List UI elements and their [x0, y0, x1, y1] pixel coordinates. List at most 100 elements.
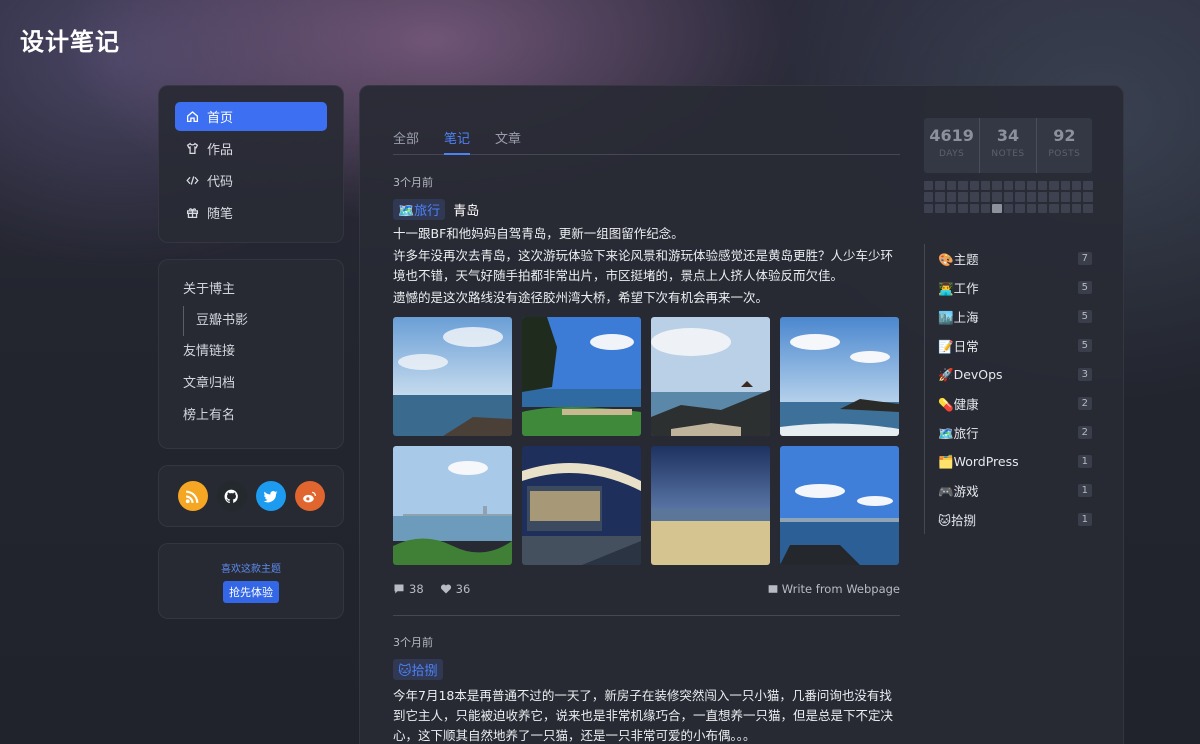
- link-about[interactable]: 关于博主: [183, 274, 319, 306]
- nav-item-home[interactable]: 首页: [175, 102, 327, 131]
- heatmap-cell: [1083, 203, 1093, 214]
- activity-heatmap: [924, 181, 1094, 214]
- comment-icon: [394, 584, 404, 594]
- heatmap-cell: [1083, 181, 1093, 191]
- nav-item-label: 作品: [207, 143, 234, 158]
- post-tag[interactable]: 🗺️旅行: [393, 199, 446, 220]
- weibo-icon[interactable]: [294, 481, 325, 511]
- tab-articles[interactable]: 文章: [495, 118, 521, 154]
- heatmap-cell: [969, 192, 979, 202]
- heatmap-cell: [969, 203, 979, 214]
- heatmap-cell: [1026, 203, 1036, 214]
- topic-item[interactable]: 🎮游戏 1: [938, 476, 1092, 505]
- tab-all[interactable]: 全部: [393, 118, 419, 154]
- twitter-icon[interactable]: [255, 481, 286, 511]
- topic-label: 🗺️旅行: [938, 426, 979, 441]
- stat-label: POSTS: [1048, 149, 1081, 159]
- comments-value: 38: [409, 582, 424, 596]
- post-tag[interactable]: 🐱拾捌: [393, 659, 443, 680]
- comments-count[interactable]: 38: [393, 582, 424, 596]
- heatmap-cell: [1003, 203, 1014, 214]
- topic-count: 5: [1077, 281, 1092, 294]
- gift-icon: [185, 206, 199, 220]
- github-icon[interactable]: [216, 481, 247, 511]
- heatmap-cell: [1003, 192, 1014, 202]
- stat-days: 4619 DAYS: [924, 118, 979, 173]
- topic-item[interactable]: 💊健康 2: [938, 389, 1092, 418]
- photo-thumbnail[interactable]: [780, 317, 899, 436]
- topic-item[interactable]: 🚀DevOps 3: [938, 360, 1092, 389]
- heatmap-cell: [1049, 181, 1059, 191]
- stat-notes: 34 NOTES: [979, 118, 1035, 173]
- topic-item[interactable]: 🏙️上海 5: [938, 302, 1092, 331]
- photo-thumbnail[interactable]: [393, 446, 512, 565]
- photo-thumbnail[interactable]: [522, 446, 641, 565]
- heatmap-cell: [1015, 181, 1025, 191]
- heatmap-cell: [1083, 192, 1093, 202]
- nav-item-essays[interactable]: 随笔: [175, 198, 327, 227]
- likes-count[interactable]: 36: [440, 582, 471, 596]
- heatmap-cell: [1037, 181, 1048, 191]
- heatmap-cell: [958, 181, 968, 191]
- post: 3个月前 🗺️旅行 青岛 十一跟BF和他妈妈自驾青岛，更新一组图留作纪念。 许多…: [393, 174, 900, 616]
- topic-item[interactable]: 🗂️WordPress 1: [938, 447, 1092, 476]
- photo-grid: [393, 317, 900, 565]
- post-paragraph: 许多年没再次去青岛，这次游玩体验下来论风景和游玩体验感觉还是黄岛更胜？人少车少环…: [393, 248, 894, 283]
- likes-value: 36: [455, 582, 471, 596]
- heart-icon: [440, 584, 451, 594]
- stat-posts: 92 POSTS: [1035, 118, 1092, 173]
- heatmap-cell: [1049, 203, 1059, 214]
- topic-label: 📝日常: [938, 339, 979, 354]
- topic-label: 🎮游戏: [938, 484, 979, 499]
- nav-item-code[interactable]: 代码: [175, 166, 327, 195]
- photo-thumbnail[interactable]: [651, 446, 770, 565]
- rss-icon[interactable]: [177, 481, 208, 511]
- topic-item[interactable]: 🎨主题 7: [938, 244, 1092, 273]
- link-ranking[interactable]: 榜上有名: [183, 400, 319, 432]
- nav-item-works[interactable]: 作品: [175, 134, 327, 163]
- topic-item[interactable]: 🐱拾捌 1: [938, 505, 1092, 534]
- post-paragraph: 今年7月18本是再普通不过的一天了，新房子在装修突然闯入一只小猫，几番问询也没有…: [393, 688, 894, 743]
- photo-thumbnail[interactable]: [393, 317, 512, 436]
- post-paragraph: 十一跟BF和他妈妈自驾青岛，更新一组图留作纪念。: [393, 226, 684, 241]
- post-footer: 38 36 Write from Webpage: [393, 581, 900, 597]
- site-stats: 4619 DAYS 34 NOTES 92 POSTS: [924, 118, 1092, 173]
- heatmap-cell: [992, 192, 1002, 202]
- feed-tabs: 全部 笔记 文章: [393, 118, 900, 155]
- try-now-button[interactable]: 抢先体验: [223, 581, 279, 603]
- nav-item-label: 首页: [207, 111, 234, 126]
- topic-count: 3: [1077, 368, 1092, 381]
- topic-item[interactable]: 📝日常 5: [938, 331, 1092, 360]
- heatmap-cell: [1026, 181, 1036, 191]
- heatmap-cell: [946, 181, 957, 191]
- tab-notes[interactable]: 笔记: [444, 118, 471, 155]
- stat-value: 34: [996, 126, 1020, 145]
- stat-value: 4619: [929, 126, 974, 145]
- link-archive[interactable]: 文章归档: [183, 368, 319, 400]
- topic-count: 2: [1077, 397, 1092, 410]
- main-content: 全部 笔记 文章 3个月前 🗺️旅行 青岛 十一跟BF和他妈妈自驾青岛，更新一组…: [359, 85, 1124, 744]
- topic-count: 5: [1077, 339, 1092, 352]
- home-icon: [185, 110, 199, 124]
- photo-thumbnail[interactable]: [651, 317, 770, 436]
- link-douban[interactable]: 豆瓣书影: [183, 306, 319, 336]
- heatmap-cell: [1037, 192, 1048, 202]
- heatmap-cell: [958, 203, 968, 214]
- heatmap-cell: [946, 203, 957, 214]
- topic-item[interactable]: 🗺️旅行 2: [938, 418, 1092, 447]
- heatmap-cell: [935, 181, 945, 191]
- heatmap-cell: [1072, 203, 1082, 214]
- site-title[interactable]: 设计笔记: [20, 22, 120, 57]
- heatmap-cell: [924, 192, 934, 202]
- heatmap-cell: [969, 181, 979, 191]
- topic-count: 5: [1077, 310, 1092, 323]
- link-friends[interactable]: 友情链接: [183, 336, 319, 368]
- nav-item-label: 代码: [207, 175, 234, 190]
- topic-list: 🎨主题 7 👨‍💻工作 5 🏙️上海 5 📝日常 5 🚀DevOps 3 💊健康 2 🗺️旅行 2 🗂️Wo…: [924, 244, 1092, 534]
- photo-thumbnail[interactable]: [522, 317, 641, 436]
- topic-item[interactable]: 👨‍💻工作 5: [938, 273, 1092, 302]
- heatmap-cell: [1026, 192, 1036, 202]
- post-title[interactable]: 青岛: [453, 200, 479, 219]
- post-time: 3个月前: [393, 636, 433, 649]
- photo-thumbnail[interactable]: [780, 446, 899, 565]
